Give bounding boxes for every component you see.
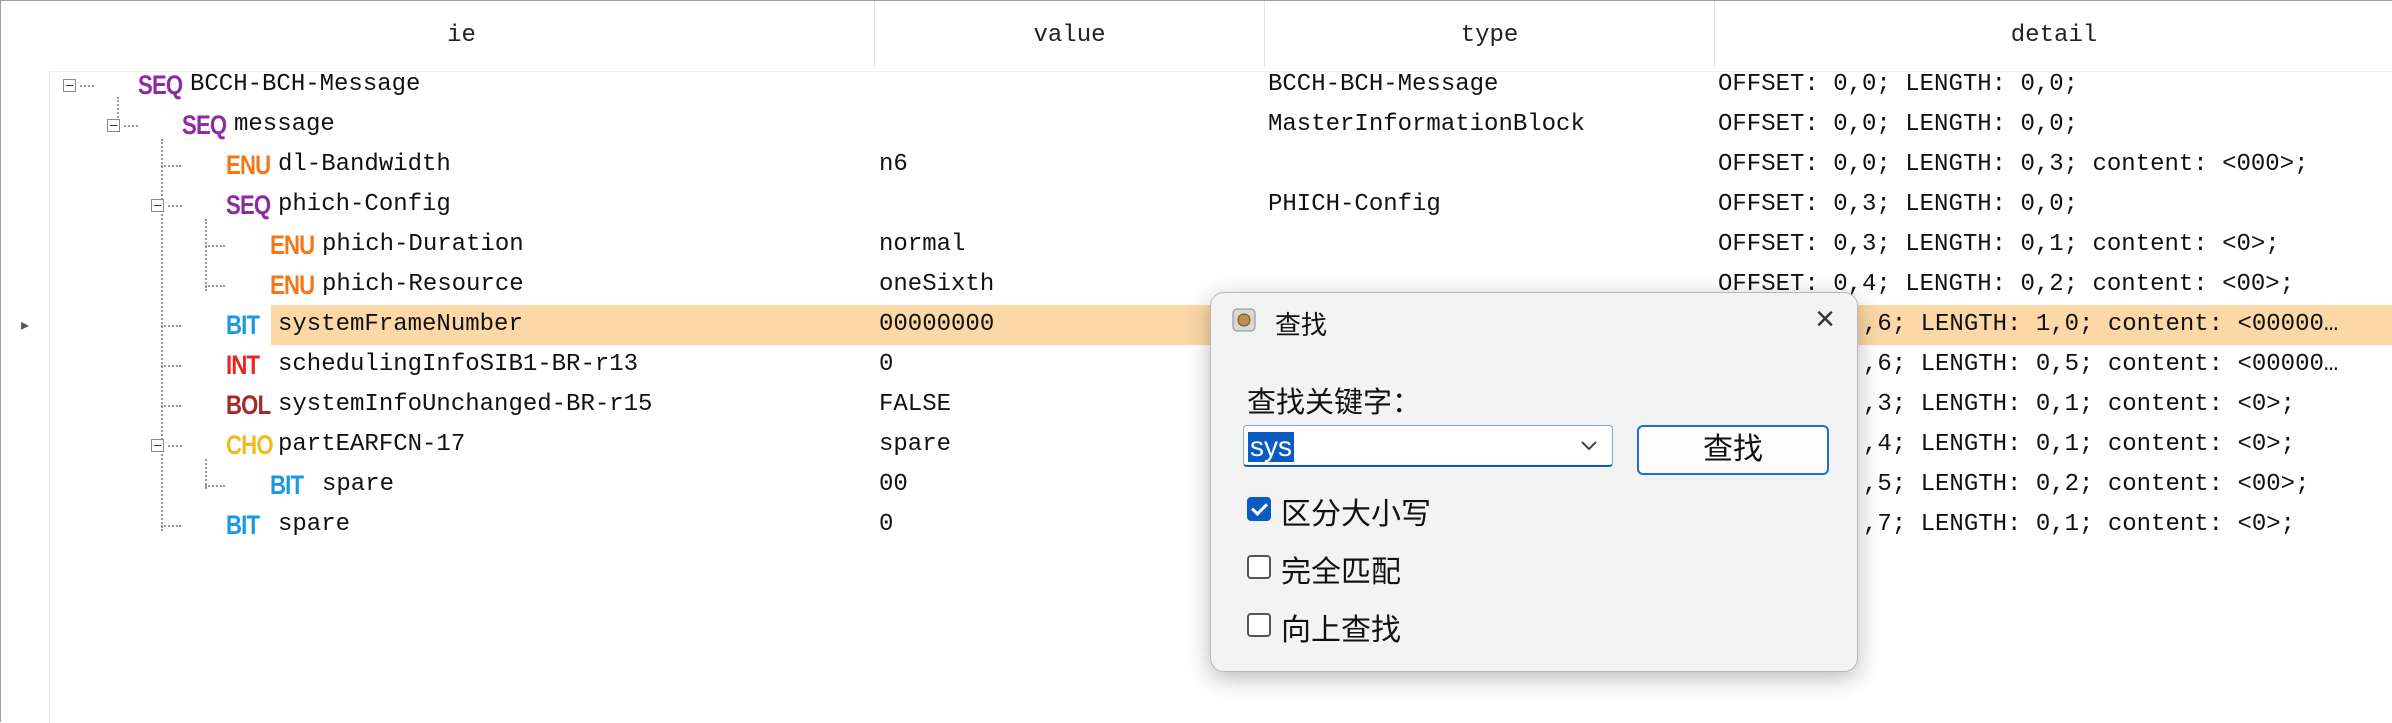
row-detail: ,4; LENGTH: 0,1; content: <0>; xyxy=(1863,431,2296,458)
row-type: MasterInformationBlock xyxy=(1268,111,1585,138)
row-value: 0 xyxy=(879,511,894,538)
row-ie-name: message xyxy=(234,111,335,138)
row-detail: ,6; LENGTH: 0,5; content: <00000… xyxy=(1863,351,2339,378)
row-value: oneSixth xyxy=(879,271,995,298)
tree-row[interactable]: ENU phich-Duration normal OFFSET: 0,3; L… xyxy=(49,225,2392,265)
asn1-tree-view: ▸ ie value type detail SEQ BCCH-BCH-Mess… xyxy=(0,0,2392,723)
row-value: 0 xyxy=(879,351,894,378)
row-ie-name: phich-Resource xyxy=(322,271,524,298)
seq-type-icon: SEQ xyxy=(226,190,271,220)
row-ie-name: BCCH-BCH-Message xyxy=(190,71,421,98)
tree-row[interactable]: ENU dl-Bandwidth n6 OFFSET: 0,0; LENGTH:… xyxy=(49,145,2392,185)
row-value: n6 xyxy=(879,151,908,178)
row-value: 00000000 xyxy=(879,311,995,338)
search-up-checkbox[interactable] xyxy=(1247,613,1271,637)
enum-type-icon: ENU xyxy=(270,230,315,260)
row-ie-name: spare xyxy=(278,511,351,538)
row-detail: ,3; LENGTH: 0,1; content: <0>; xyxy=(1863,391,2296,418)
tree-row[interactable]: SEQ message MasterInformationBlock OFFSE… xyxy=(49,105,2392,145)
row-type: PHICH-Config xyxy=(1268,191,1441,218)
bit-string-type-icon: BIT xyxy=(226,310,260,340)
bit-string-type-icon: BIT xyxy=(226,510,260,540)
row-ie-name: schedulingInfoSIB1-BR-r13 xyxy=(278,351,639,378)
row-detail: OFFSET: 0,0; LENGTH: 0,3; content: <000>… xyxy=(1718,151,2309,178)
row-detail: OFFSET: 0,3; LENGTH: 0,0; xyxy=(1718,191,2079,218)
row-ie-name: phich-Config xyxy=(278,191,451,218)
enum-type-icon: ENU xyxy=(270,270,315,300)
choice-type-icon: CHO xyxy=(226,430,274,460)
column-header: ie value type detail xyxy=(49,1,2392,72)
column-header-type[interactable]: type xyxy=(1265,1,1715,67)
row-value: FALSE xyxy=(879,391,952,418)
row-detail: OFFSET: 0,0; LENGTH: 0,0; xyxy=(1718,71,2079,98)
row-detail: OFFSET: 0,0; LENGTH: 0,0; xyxy=(1718,111,2079,138)
match-case-checkbox[interactable] xyxy=(1247,497,1271,521)
whole-match-label[interactable]: 完全匹配 xyxy=(1281,547,1401,591)
row-value: normal xyxy=(879,231,966,258)
row-header-strip: ▸ xyxy=(1,1,50,723)
dialog-title: 查找 xyxy=(1275,310,1328,340)
bit-string-type-icon: BIT xyxy=(270,470,304,500)
column-header-ie[interactable]: ie xyxy=(49,1,875,67)
tree-row[interactable]: SEQ BCCH-BCH-Message BCCH-BCH-Message OF… xyxy=(49,65,2392,105)
search-up-label[interactable]: 向上查找 xyxy=(1281,605,1401,649)
row-type: BCCH-BCH-Message xyxy=(1268,71,1499,98)
current-row-marker-icon: ▸ xyxy=(21,317,30,334)
find-dialog: 查找 × 查找关键字： sys 查找 区分大小写 完全匹配 向上查找 xyxy=(1210,292,1858,672)
boolean-type-icon: BOL xyxy=(226,390,271,420)
row-ie-name: dl-Bandwidth xyxy=(278,151,451,178)
row-value: 00 xyxy=(879,471,908,498)
row-detail: OFFSET: 0,3; LENGTH: 0,1; content: <0>; xyxy=(1718,231,2280,258)
row-ie-name: spare xyxy=(322,471,395,498)
row-detail: ,5; LENGTH: 0,2; content: <00>; xyxy=(1863,471,2310,498)
row-ie-name: systemFrameNumber xyxy=(278,311,523,338)
row-ie-name: phich-Duration xyxy=(322,231,524,258)
close-icon[interactable]: × xyxy=(1807,301,1843,337)
column-header-value[interactable]: value xyxy=(875,1,1265,67)
row-detail: ,7; LENGTH: 0,1; content: <0>; xyxy=(1863,511,2296,538)
seq-type-icon: SEQ xyxy=(182,110,227,140)
app-icon xyxy=(1232,308,1256,332)
seq-type-icon: SEQ xyxy=(138,70,183,100)
column-header-detail[interactable]: detail xyxy=(1715,1,2392,67)
row-ie-name: systemInfoUnchanged-BR-r15 xyxy=(278,391,653,418)
search-keyword-text[interactable]: sys xyxy=(1248,432,1294,462)
keyword-label: 查找关键字： xyxy=(1247,387,1422,419)
whole-match-checkbox[interactable] xyxy=(1247,555,1271,579)
integer-type-icon: INT xyxy=(226,350,260,380)
search-keyword-combobox[interactable]: sys xyxy=(1243,425,1613,467)
row-value: spare xyxy=(879,431,952,458)
row-ie-name: partEARFCN-17 xyxy=(278,431,466,458)
enum-type-icon: ENU xyxy=(226,150,271,180)
chevron-down-icon[interactable] xyxy=(1576,432,1602,458)
find-button[interactable]: 查找 xyxy=(1637,425,1829,475)
match-case-label[interactable]: 区分大小写 xyxy=(1281,489,1431,533)
row-detail: ,6; LENGTH: 1,0; content: <00000… xyxy=(1863,311,2339,338)
tree-row[interactable]: SEQ phich-Config PHICH-Config OFFSET: 0,… xyxy=(49,185,2392,225)
